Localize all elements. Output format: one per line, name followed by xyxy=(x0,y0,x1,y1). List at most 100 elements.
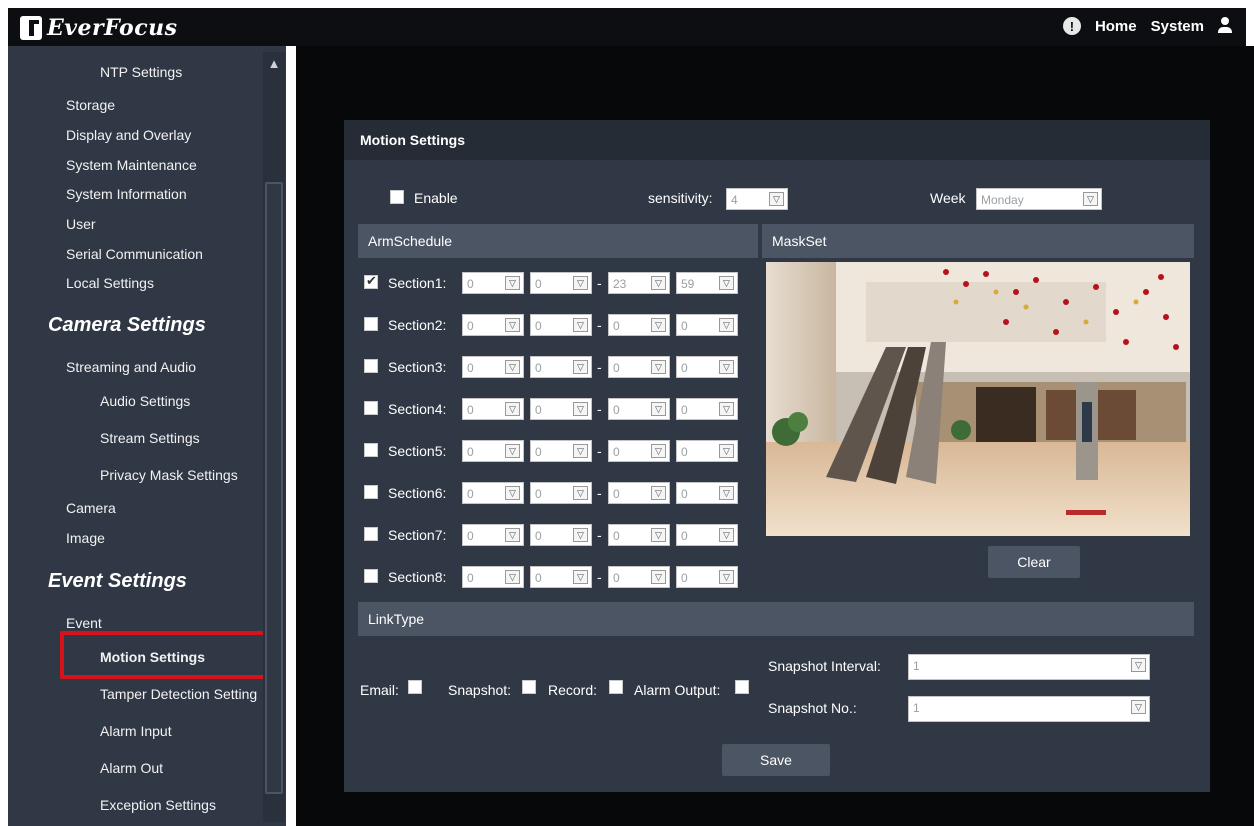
sidebar-item-stream-settings[interactable]: Stream Settings xyxy=(100,430,200,446)
section-time-select[interactable]: 0 ▽ xyxy=(530,524,592,546)
chevron-down-icon: ▽ xyxy=(573,360,588,374)
section-time-select[interactable]: 0 ▽ xyxy=(462,398,524,420)
sidebar-item-storage[interactable]: Storage xyxy=(66,97,115,113)
section-time-select[interactable]: 0 ▽ xyxy=(676,356,738,378)
sidebar-item-alarm-out[interactable]: Alarm Out xyxy=(100,760,163,776)
sidebar-item-ntp-settings[interactable]: NTP Settings xyxy=(100,64,182,80)
nav-system-link[interactable]: System xyxy=(1151,18,1204,35)
sidebar-item-event[interactable]: Event xyxy=(66,615,102,631)
section-time-value: 0 xyxy=(535,361,542,375)
sidebar-item-user[interactable]: User xyxy=(66,216,96,232)
section-checkbox[interactable] xyxy=(364,443,378,457)
section-checkbox[interactable] xyxy=(364,273,378,289)
section-time-select[interactable]: 0 ▽ xyxy=(462,356,524,378)
sidebar-item-privacy-mask-settings[interactable]: Privacy Mask Settings xyxy=(100,467,238,483)
chevron-down-icon: ▽ xyxy=(573,276,588,290)
sidebar-item-audio-settings[interactable]: Audio Settings xyxy=(100,393,190,409)
section-time-select[interactable]: 0 ▽ xyxy=(676,314,738,336)
clear-button[interactable]: Clear xyxy=(988,546,1080,578)
section-time-value: 0 xyxy=(535,445,542,459)
section-time-select[interactable]: 0 ▽ xyxy=(530,482,592,504)
sidebar-item-display-overlay[interactable]: Display and Overlay xyxy=(66,127,191,143)
record-checkbox[interactable] xyxy=(609,680,623,694)
linktype-header: LinkType xyxy=(358,602,1194,636)
chevron-down-icon: ▽ xyxy=(719,486,734,500)
section-time-select[interactable]: 0 ▽ xyxy=(608,440,670,462)
section-time-select[interactable]: 0 ▽ xyxy=(608,314,670,336)
camera-preview-image[interactable] xyxy=(766,262,1190,536)
scrollbar-thumb[interactable] xyxy=(265,182,283,794)
alarm-output-checkbox[interactable] xyxy=(735,680,749,694)
sidebar-item-tamper-detection[interactable]: Tamper Detection Setting xyxy=(100,686,257,702)
panel-title: Motion Settings xyxy=(344,120,1210,160)
section-time-select[interactable]: 0 ▽ xyxy=(676,440,738,462)
section-time-select[interactable]: 0 ▽ xyxy=(608,524,670,546)
section-heading-event-settings[interactable]: Event Settings xyxy=(48,570,187,593)
sidebar-scrollbar[interactable]: ▲ xyxy=(263,52,285,822)
sidebar-item-system-information[interactable]: System Information xyxy=(66,186,187,202)
section-time-select[interactable]: 0 ▽ xyxy=(462,524,524,546)
enable-checkbox[interactable] xyxy=(390,190,404,204)
section-label: Section6: xyxy=(388,485,447,501)
section-time-select[interactable]: 0 ▽ xyxy=(530,440,592,462)
section-time-select[interactable]: 0 ▽ xyxy=(530,566,592,588)
section-time-select[interactable]: 0 ▽ xyxy=(608,398,670,420)
section-time-select[interactable]: 0 ▽ xyxy=(462,314,524,336)
section-time-select[interactable]: 0 ▽ xyxy=(530,356,592,378)
chevron-up-icon[interactable]: ▲ xyxy=(266,56,282,72)
section-checkbox[interactable] xyxy=(364,317,378,331)
chevron-down-icon: ▽ xyxy=(505,402,520,416)
section-time-select[interactable]: 0 ▽ xyxy=(462,482,524,504)
enable-label: Enable xyxy=(414,190,458,206)
snapshot-no-select[interactable]: 1 ▽ xyxy=(908,696,1150,722)
section-time-select[interactable]: 0 ▽ xyxy=(608,482,670,504)
snapshot-interval-select[interactable]: 1 ▽ xyxy=(908,654,1150,680)
section-time-select[interactable]: 0 ▽ xyxy=(462,272,524,294)
sidebar-item-image[interactable]: Image xyxy=(66,530,105,546)
section-time-select[interactable]: 0 ▽ xyxy=(530,314,592,336)
section-time-select[interactable]: 59 ▽ xyxy=(676,272,738,294)
section-time-select[interactable]: 23 ▽ xyxy=(608,272,670,294)
sidebar-item-system-maintenance[interactable]: System Maintenance xyxy=(66,157,197,173)
section-label: Section5: xyxy=(388,443,447,459)
section-checkbox[interactable] xyxy=(364,359,378,373)
section-heading-camera-settings[interactable]: Camera Settings xyxy=(48,314,206,337)
user-icon[interactable] xyxy=(1218,17,1232,35)
sidebar-item-exception-settings[interactable]: Exception Settings xyxy=(100,797,216,813)
section-checkbox[interactable] xyxy=(364,569,378,583)
section-time-select[interactable]: 0 ▽ xyxy=(608,566,670,588)
alert-icon[interactable]: ! xyxy=(1062,17,1081,35)
sidebar-item-serial-communication[interactable]: Serial Communication xyxy=(66,246,203,262)
email-checkbox[interactable] xyxy=(408,680,422,694)
section-checkbox[interactable] xyxy=(364,527,378,541)
section-time-select[interactable]: 0 ▽ xyxy=(676,566,738,588)
chevron-down-icon: ▽ xyxy=(719,444,734,458)
section-time-select[interactable]: 0 ▽ xyxy=(462,440,524,462)
section-time-select[interactable]: 0 ▽ xyxy=(676,482,738,504)
everfocus-logo[interactable]: EverFocus xyxy=(20,14,178,42)
sensitivity-select[interactable]: 4 ▽ xyxy=(726,188,788,210)
save-button[interactable]: Save xyxy=(722,744,830,776)
chevron-down-icon: ▽ xyxy=(1131,700,1146,714)
section-checkbox[interactable] xyxy=(364,485,378,499)
section-time-value: 59 xyxy=(681,277,695,291)
chevron-down-icon: ▽ xyxy=(719,570,734,584)
section-time-select[interactable]: 0 ▽ xyxy=(676,398,738,420)
sidebar-item-motion-settings[interactable]: Motion Settings xyxy=(100,649,205,665)
chevron-down-icon: ▽ xyxy=(505,360,520,374)
section-time-select[interactable]: 0 ▽ xyxy=(530,272,592,294)
section-time-value: 0 xyxy=(467,445,474,459)
nav-home-link[interactable]: Home xyxy=(1095,18,1137,35)
section-checkbox[interactable] xyxy=(364,401,378,415)
top-nav: ! Home System xyxy=(1062,17,1232,35)
sidebar-item-camera[interactable]: Camera xyxy=(66,500,116,516)
sidebar-item-local-settings[interactable]: Local Settings xyxy=(66,275,154,291)
section-time-select[interactable]: 0 ▽ xyxy=(462,566,524,588)
week-select[interactable]: Monday ▽ xyxy=(976,188,1102,210)
sidebar-item-streaming-audio[interactable]: Streaming and Audio xyxy=(66,359,196,375)
section-time-select[interactable]: 0 ▽ xyxy=(608,356,670,378)
sidebar-item-alarm-input[interactable]: Alarm Input xyxy=(100,723,172,739)
section-time-select[interactable]: 0 ▽ xyxy=(530,398,592,420)
snapshot-checkbox[interactable] xyxy=(522,680,536,694)
section-time-select[interactable]: 0 ▽ xyxy=(676,524,738,546)
